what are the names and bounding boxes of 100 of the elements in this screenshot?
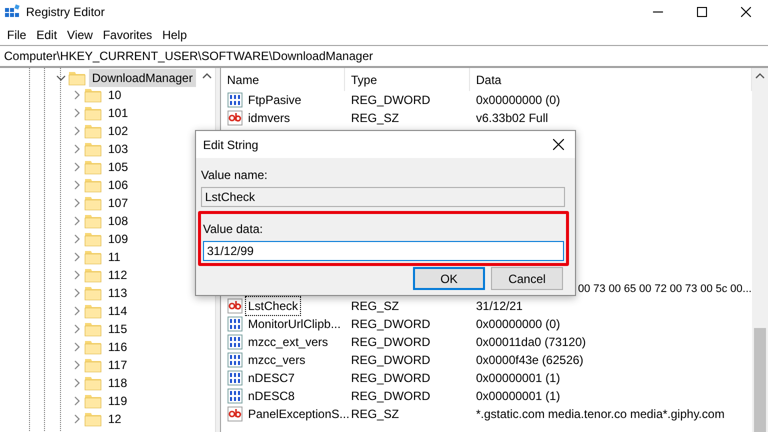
expand-chevron-icon[interactable]: [72, 162, 82, 172]
folder-icon: [84, 249, 102, 265]
field-label: Value data:: [203, 221, 264, 238]
table-cell-text: REG_SZ: [350, 110, 400, 127]
table-cell-text: REG_SZ: [350, 298, 400, 315]
tree-item[interactable]: 12: [105, 410, 124, 428]
expand-chevron-icon[interactable]: [72, 90, 82, 100]
tree-item[interactable]: 114: [105, 302, 130, 320]
tree-item[interactable]: 115: [105, 320, 130, 338]
value-name[interactable]: nDESC7: [245, 368, 298, 388]
binary-value-icon: [227, 92, 243, 108]
expand-chevron-icon[interactable]: [72, 342, 82, 352]
expand-chevron-icon[interactable]: [72, 180, 82, 190]
folder-icon: [84, 213, 102, 229]
binary-value-icon: [227, 316, 243, 332]
table-cell-text: REG_DWORD: [350, 388, 432, 405]
expand-chevron-icon[interactable]: [72, 234, 82, 244]
expand-chevron-icon[interactable]: [72, 378, 82, 388]
expand-chevron-icon[interactable]: [72, 108, 82, 118]
value-name[interactable]: nDESC8: [245, 386, 298, 406]
expand-chevron-icon[interactable]: [72, 324, 82, 334]
menu-item[interactable]: File: [2, 26, 32, 44]
tree-item[interactable]: 116: [105, 338, 130, 356]
tree-item[interactable]: 118: [105, 374, 130, 392]
tree-item[interactable]: 119: [105, 392, 130, 410]
table-cell-text: 0x0000f43e (62526): [475, 352, 584, 369]
maximize-icon: [697, 7, 707, 17]
value-name[interactable]: mzcc_ext_vers: [245, 332, 332, 352]
binary-value-icon: [227, 370, 243, 386]
expand-chevron-icon[interactable]: [72, 414, 82, 424]
expand-chevron-icon[interactable]: [72, 198, 82, 208]
folder-icon: [84, 195, 102, 211]
column-header[interactable]: Type: [345, 68, 470, 91]
tree-item[interactable]: 106: [105, 176, 132, 194]
value-name[interactable]: MonitorUrlClipb...: [245, 314, 344, 334]
folder-icon: [84, 375, 102, 391]
tree-item[interactable]: 117: [105, 356, 130, 374]
table-cell-text: 31/12/21: [475, 298, 524, 315]
table-cell-text: *.gstatic.com media.tenor.co media*.giphy.com: [475, 406, 726, 423]
expand-chevron-icon[interactable]: [72, 306, 82, 316]
registry-icon: [4, 4, 20, 20]
value-data-field[interactable]: 31/12/99: [203, 241, 564, 261]
column-header[interactable]: Name: [221, 68, 345, 91]
tree-item[interactable]: 105: [105, 158, 132, 176]
expand-chevron-icon[interactable]: [72, 216, 82, 226]
expand-chevron-icon[interactable]: [72, 270, 82, 280]
table-cell-text: REG_DWORD: [350, 92, 432, 109]
value-name[interactable]: mzcc_vers: [245, 350, 308, 370]
binary-value-icon: [227, 388, 243, 404]
expand-chevron-icon[interactable]: [72, 288, 82, 298]
table-cell-text: REG_DWORD: [350, 316, 432, 333]
close-icon: [741, 7, 751, 17]
tree-item[interactable]: DownloadManager: [89, 69, 196, 87]
folder-icon: [84, 303, 102, 319]
menu-item[interactable]: Edit: [31, 26, 62, 44]
collapse-chevron-icon[interactable]: [56, 73, 66, 83]
folder-icon: [84, 393, 102, 409]
expand-chevron-icon[interactable]: [72, 360, 82, 370]
field-label: Value name:: [201, 167, 268, 184]
tree-item[interactable]: 108: [105, 212, 132, 230]
close-icon: [552, 139, 564, 150]
value-name[interactable]: idmvers: [245, 108, 294, 128]
folder-icon: [68, 70, 86, 86]
menu-item[interactable]: Favorites: [98, 26, 158, 44]
tree-item[interactable]: 11: [105, 248, 124, 266]
address-bar[interactable]: Computer\HKEY_CURRENT_USER\SOFTWARE\DownloadManager: [0, 45, 768, 68]
folder-icon: [84, 105, 102, 121]
table-cell-text: 0x00000000 (0): [475, 316, 562, 333]
expand-chevron-icon[interactable]: [72, 252, 82, 262]
value-name[interactable]: PanelExceptionS...: [245, 404, 352, 424]
string-value-icon: [227, 110, 243, 126]
binary-value-icon: [227, 334, 243, 350]
cancel-button[interactable]: Cancel: [491, 267, 563, 290]
tree-item[interactable]: 10: [105, 86, 124, 104]
menu-item[interactable]: View: [62, 26, 98, 44]
value-name-field[interactable]: LstCheck: [201, 187, 565, 207]
folder-icon: [84, 87, 102, 103]
tree-item[interactable]: 107: [105, 194, 132, 212]
value-name[interactable]: FtpPasive: [245, 90, 304, 110]
table-cell-text: 0x00000001 (1): [475, 370, 562, 387]
menu-item[interactable]: Help: [157, 26, 192, 44]
tree-item[interactable]: 103: [105, 140, 132, 158]
table-cell-text: 0x00011da0 (73120): [475, 334, 587, 351]
expand-chevron-icon[interactable]: [72, 126, 82, 136]
folder-icon: [84, 411, 102, 427]
folder-icon: [84, 285, 102, 301]
folder-icon: [84, 123, 102, 139]
tree-item[interactable]: 109: [105, 230, 132, 248]
ok-button[interactable]: OK: [413, 267, 485, 290]
expand-chevron-icon[interactable]: [72, 396, 82, 406]
tree-item[interactable]: 102: [105, 122, 132, 140]
table-cell-text: 0x00000000 (0): [475, 92, 562, 109]
tree-item[interactable]: 101: [105, 104, 132, 122]
string-value-icon: [227, 406, 243, 422]
tree-item[interactable]: 112: [105, 266, 130, 284]
binary-value-icon: [227, 352, 243, 368]
folder-icon: [84, 339, 102, 355]
expand-chevron-icon[interactable]: [72, 144, 82, 154]
scroll-thumb[interactable]: [754, 328, 766, 432]
tree-item[interactable]: 113: [105, 284, 130, 302]
